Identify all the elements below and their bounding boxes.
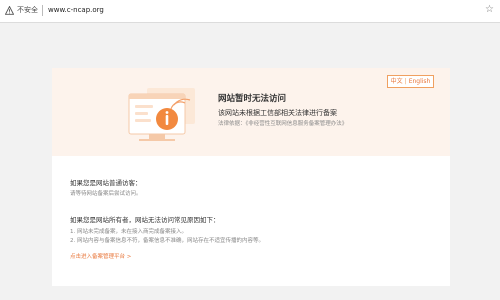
visitor-heading: 如果您是网站普通访客： — [70, 179, 142, 187]
insecure-warning-icon[interactable] — [5, 6, 14, 15]
browser-address-bar[interactable]: 不安全 www.c-ncap.org ☆ — [0, 0, 500, 23]
lang-divider: | — [404, 78, 407, 85]
notice-subtitle: 该网站未根据工信部相关法律进行备案 — [218, 109, 337, 117]
bookmark-star-icon[interactable]: ☆ — [485, 4, 494, 16]
law-basis-note: 法律依据：《非经营性互联网信息服务备案管理办法》 — [218, 121, 348, 127]
lang-zh-link[interactable]: 中文 — [391, 78, 403, 85]
language-switcher[interactable]: 中文 | English — [387, 75, 434, 88]
address-separator — [42, 5, 43, 16]
filing-platform-link[interactable]: 点击进入备案管理平台 > — [70, 253, 131, 261]
url-text[interactable]: www.c-ncap.org — [48, 6, 104, 15]
owner-reason-item: 2. 网站内容与备案信息不符，备案信息不准确，网站存在不适宜传播的内容等。 — [70, 238, 264, 244]
notice-card: 中文 | English 网站暂时无法访问 该网站未根据工信部相关法律进行备案 法律… — [52, 68, 450, 286]
visitor-text: 请等待网站备案后尝试访问。 — [70, 191, 142, 197]
owner-heading: 如果您是网站所有者，网站无法访问常见原因如下： — [70, 216, 220, 224]
monitor-warning-illustration-icon — [128, 88, 195, 141]
notice-hero: 中文 | English 网站暂时无法访问 该网站未根据工信部相关法律进行备案 法律… — [52, 68, 450, 156]
lang-en-link[interactable]: English — [409, 78, 431, 85]
page-title: 网站暂时无法访问 — [218, 94, 287, 104]
owner-reason-item: 1. 网站未完成备案，未在接入商完成备案接入。 — [70, 229, 187, 235]
security-status-label[interactable]: 不安全 — [17, 6, 38, 15]
